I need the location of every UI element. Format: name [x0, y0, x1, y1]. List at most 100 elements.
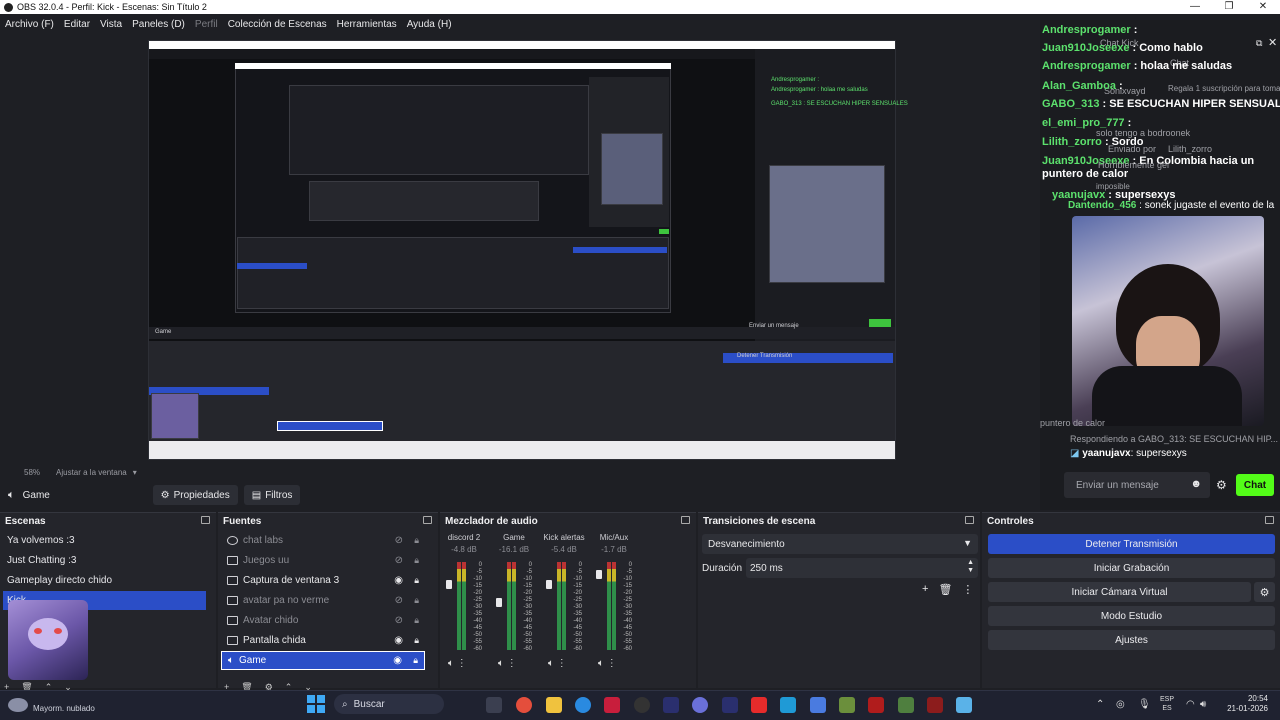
obs-taskbar-icon[interactable]: [634, 697, 650, 713]
menu-editar[interactable]: Editar: [64, 19, 90, 30]
eye-hidden-icon[interactable]: ⊘: [395, 615, 403, 626]
app-icon[interactable]: [780, 697, 796, 713]
mute-button[interactable]: 🔈︎ ⋮: [448, 658, 498, 669]
menu-ayuda[interactable]: Ayuda (H): [407, 19, 452, 30]
eye-hidden-icon[interactable]: ⊘: [395, 535, 403, 546]
scene-item[interactable]: Ya volvemos :3: [3, 531, 206, 550]
language-indicator[interactable]: ESP ES: [1160, 695, 1174, 713]
tray-chevron-icon[interactable]: ⌃: [1096, 699, 1104, 710]
star-app-icon[interactable]: [810, 697, 826, 713]
minecraft-icon[interactable]: [898, 697, 914, 713]
lock-icon[interactable]: 🔒︎: [414, 595, 419, 606]
more-icon[interactable]: ⋮: [962, 583, 973, 596]
volume-slider[interactable]: [496, 598, 502, 607]
folder-icon[interactable]: [546, 697, 562, 713]
preview-canvas[interactable]: Andresprogamer : Andresprogamer : holaa …: [148, 40, 908, 460]
menu-vista[interactable]: Vista: [100, 19, 122, 30]
menu-coleccion[interactable]: Colección de Escenas: [228, 19, 327, 30]
eye-hidden-icon[interactable]: ⊘: [395, 555, 403, 566]
start-button[interactable]: [307, 695, 325, 713]
remove-icon[interactable]: 🗑︎: [241, 682, 252, 692]
volume-slider[interactable]: [596, 570, 602, 579]
add-icon[interactable]: +: [224, 682, 229, 692]
premiere-icon[interactable]: [722, 697, 738, 713]
wifi-icon[interactable]: ◠: [1186, 699, 1195, 710]
chat-close-icon[interactable]: ✕: [1268, 36, 1277, 49]
properties-button[interactable]: ⚙ Propiedades: [152, 485, 238, 505]
chat-send-button[interactable]: Chat: [1236, 474, 1274, 496]
chevron-down-icon[interactable]: ▾: [133, 468, 137, 477]
source-item[interactable]: Captura de ventana 3 ◉ 🔒︎: [221, 571, 425, 590]
app-icon[interactable]: [956, 697, 972, 713]
dock-float-icon[interactable]: [681, 516, 690, 524]
app-icon[interactable]: [604, 697, 620, 713]
start-recording-button[interactable]: Iniciar Grabación: [988, 558, 1275, 578]
source-item-selected[interactable]: 🔈︎ Game ◉ 🔒︎: [221, 651, 425, 670]
eye-icon[interactable]: ◉: [394, 635, 403, 646]
volume-slider[interactable]: [446, 580, 452, 589]
transition-select[interactable]: Desvanecimiento ▼: [702, 534, 978, 554]
chrome-icon[interactable]: [516, 697, 532, 713]
chat-settings-icon[interactable]: ⚙: [1216, 478, 1227, 492]
lock-icon[interactable]: 🔒︎: [414, 555, 419, 566]
spinner-icon[interactable]: ▲ ▼: [967, 559, 974, 575]
virtual-camera-settings-button[interactable]: ⚙: [1254, 582, 1275, 602]
menu-perfil[interactable]: Perfil: [195, 19, 218, 30]
menu-herramientas[interactable]: Herramientas: [337, 19, 397, 30]
chevron-down-icon[interactable]: ⌄: [304, 682, 312, 692]
dock-float-icon[interactable]: [423, 516, 432, 524]
duration-input[interactable]: 250 ms ▲ ▼: [746, 558, 978, 578]
task-view-icon[interactable]: [486, 697, 502, 713]
preview-area[interactable]: Andresprogamer : Andresprogamer : holaa …: [0, 34, 1040, 464]
menu-paneles[interactable]: Paneles (D): [132, 19, 185, 30]
app-icon[interactable]: [868, 697, 884, 713]
dock-float-icon[interactable]: [1265, 516, 1274, 524]
studio-mode-button[interactable]: Modo Estudio: [988, 606, 1275, 626]
mute-button[interactable]: 🔈︎ ⋮: [598, 658, 638, 669]
eye-icon[interactable]: ◉: [394, 575, 403, 586]
lock-icon[interactable]: 🔒︎: [414, 575, 419, 586]
chevron-up-icon[interactable]: ⌃: [45, 682, 53, 692]
stop-stream-button[interactable]: Detener Transmisión: [988, 534, 1275, 554]
source-item[interactable]: Avatar chido ⊘ 🔒︎: [221, 611, 425, 630]
remove-icon[interactable]: 🗑︎: [938, 583, 952, 596]
source-item[interactable]: Pantalla chida ◉ 🔒︎: [221, 631, 425, 650]
chat-input[interactable]: Enviar un mensaje ☻: [1064, 472, 1210, 498]
discord-icon[interactable]: [692, 697, 708, 713]
lock-icon[interactable]: 🔒︎: [414, 535, 419, 546]
source-item[interactable]: chat labs ⊘ 🔒︎: [221, 531, 425, 550]
add-icon[interactable]: +: [922, 583, 928, 596]
source-item[interactable]: Juegos uu ⊘ 🔒︎: [221, 551, 425, 570]
chevron-down-icon[interactable]: ⌄: [64, 682, 72, 692]
menu-archivo[interactable]: Archivo (F): [5, 19, 54, 30]
network-icon[interactable]: ◎: [1116, 699, 1125, 710]
volume-slider[interactable]: [546, 580, 552, 589]
mute-button[interactable]: 🔈︎ ⋮: [548, 658, 598, 669]
close-button[interactable]: ✕: [1246, 0, 1280, 14]
popout-icon[interactable]: ⧉: [1256, 38, 1262, 49]
maximize-button[interactable]: ❐: [1212, 0, 1246, 14]
gear-icon[interactable]: ⚙: [265, 682, 273, 692]
edge-icon[interactable]: [575, 697, 591, 713]
emoji-icon[interactable]: ☻: [1190, 478, 1202, 490]
fit-window-dropdown[interactable]: Ajustar a la ventana: [56, 468, 127, 477]
app-icon[interactable]: [927, 697, 943, 713]
eye-icon[interactable]: ◉: [393, 655, 402, 666]
youtube-icon[interactable]: [751, 697, 767, 713]
microphone-icon[interactable]: 🎙︎: [1138, 699, 1151, 710]
dock-float-icon[interactable]: [965, 516, 974, 524]
lock-icon[interactable]: 🔒︎: [414, 635, 419, 646]
taskbar-search[interactable]: ⌕ Buscar: [334, 694, 444, 714]
source-item[interactable]: avatar pa no verme ⊘ 🔒︎: [221, 591, 425, 610]
scene-item[interactable]: Gameplay directo chido: [3, 571, 206, 590]
lock-icon[interactable]: 🔒︎: [414, 615, 419, 626]
chevron-up-icon[interactable]: ⌃: [285, 682, 293, 692]
remove-icon[interactable]: 🗑︎: [21, 682, 32, 692]
add-icon[interactable]: +: [4, 682, 9, 692]
after-effects-icon[interactable]: [663, 697, 679, 713]
virtual-camera-button[interactable]: Iniciar Cámara Virtual: [988, 582, 1251, 602]
clock[interactable]: 20:54 21-01-2026: [1222, 694, 1268, 714]
mute-button[interactable]: 🔈︎ ⋮: [498, 658, 548, 669]
settings-button[interactable]: Ajustes: [988, 630, 1275, 650]
lock-icon[interactable]: 🔒︎: [413, 655, 418, 666]
